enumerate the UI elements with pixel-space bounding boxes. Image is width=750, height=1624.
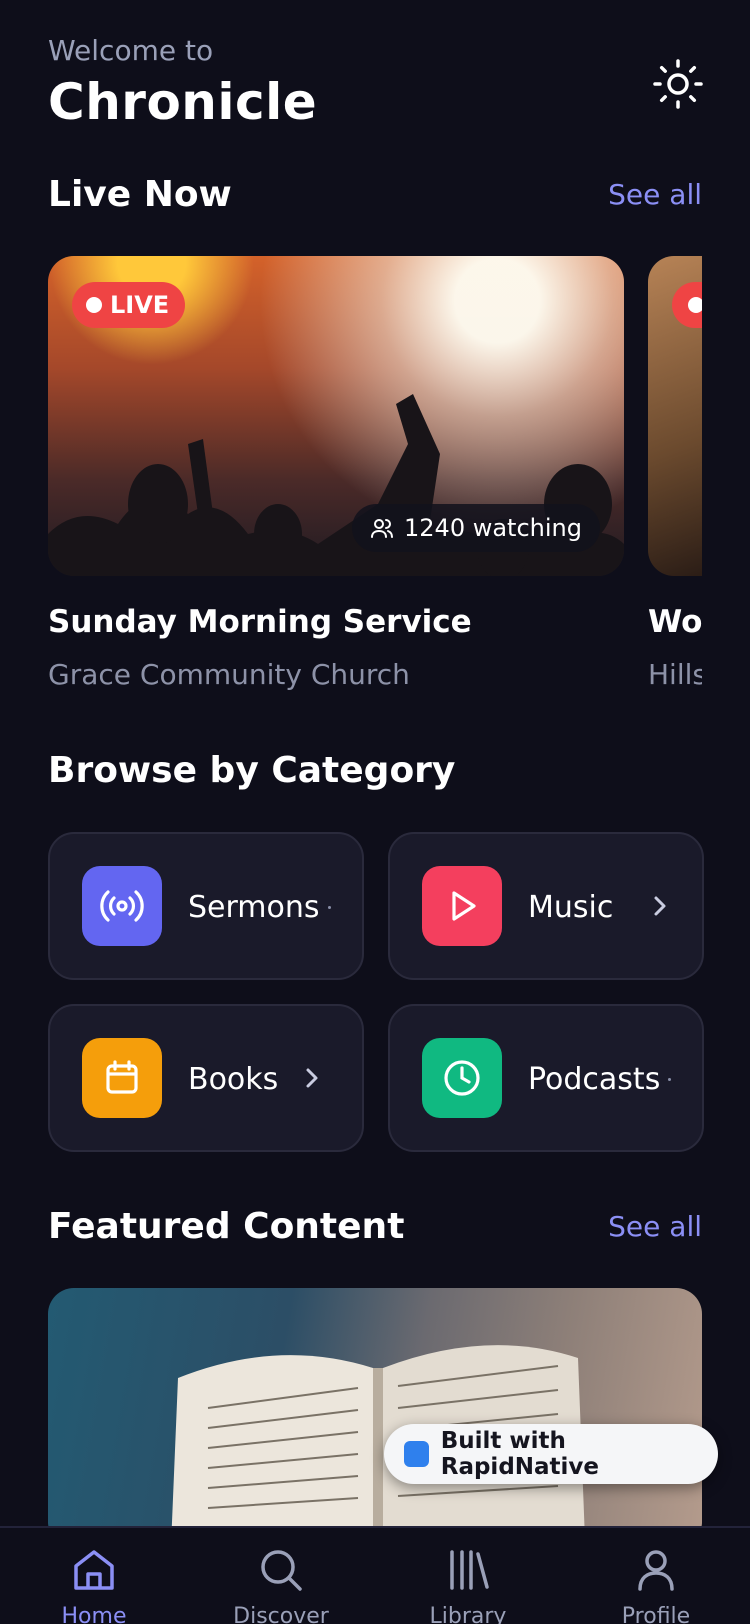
live-card-2[interactable] — [648, 256, 702, 576]
category-label: Books — [188, 1062, 279, 1097]
tab-bar: Home Discover Library Profile — [0, 1526, 750, 1624]
live-badge: LIVE — [72, 282, 186, 328]
category-podcasts[interactable]: Podcasts — [388, 1004, 704, 1152]
live-badge — [672, 282, 702, 328]
live-card-2-title: Wo — [648, 604, 702, 640]
live-card-1[interactable]: LIVE 1240 watching — [48, 256, 624, 576]
featured-see-all-link[interactable]: See all — [608, 1210, 702, 1243]
search-icon — [261, 1550, 302, 1591]
built-with-label: Built with RapidNative — [440, 1428, 600, 1480]
featured-title: Featured Content — [48, 1206, 405, 1247]
tab-library[interactable]: Library — [398, 1546, 538, 1624]
chevron-right-icon — [668, 1078, 671, 1081]
welcome-text: Welcome to — [48, 34, 214, 67]
tab-profile[interactable]: Profile — [586, 1546, 726, 1624]
tab-label: Profile — [621, 1604, 691, 1624]
theme-toggle-button[interactable] — [652, 58, 704, 110]
home-icon — [74, 1550, 114, 1590]
calendar-icon — [82, 1038, 162, 1118]
live-card-subtitle: Grace Community Church — [48, 658, 410, 691]
viewer-count: 1240 watching — [404, 514, 582, 542]
chevron-right-icon — [306, 1068, 318, 1088]
rapidnative-logo-icon — [404, 1441, 429, 1467]
category-label: Podcasts — [528, 1062, 661, 1097]
category-sermons[interactable]: Sermons — [48, 832, 364, 980]
broadcast-icon — [82, 866, 162, 946]
live-card-2-subtitle: Hills — [648, 658, 702, 691]
app-title: Chronicle — [48, 73, 318, 131]
user-icon — [638, 1550, 674, 1591]
live-see-all-link[interactable]: See all — [608, 178, 702, 211]
featured-card[interactable] — [48, 1288, 702, 1548]
live-card-title: Sunday Morning Service — [48, 604, 472, 640]
header: Welcome to Chronicle — [48, 34, 317, 131]
category-label: Sermons — [188, 890, 320, 925]
tab-label: Library — [429, 1604, 507, 1624]
viewer-count-badge: 1240 watching — [352, 504, 600, 552]
live-badge-label: LIVE — [110, 291, 170, 319]
category-music[interactable]: Music — [388, 832, 704, 980]
users-icon — [371, 519, 394, 538]
chevron-right-icon — [328, 906, 331, 909]
tab-home[interactable]: Home — [24, 1546, 164, 1624]
sun-icon — [653, 59, 703, 109]
category-label: Music — [528, 890, 614, 925]
category-section-title: Browse by Category — [48, 750, 456, 791]
live-now-title: Live Now — [48, 174, 232, 215]
tab-discover[interactable]: Discover — [211, 1546, 351, 1624]
chevron-right-icon — [654, 896, 666, 916]
tab-label: Discover — [233, 1604, 329, 1624]
live-dot-icon — [86, 297, 102, 313]
category-books[interactable]: Books — [48, 1004, 364, 1152]
tab-label: Home — [61, 1604, 127, 1624]
library-icon — [450, 1550, 489, 1590]
play-icon — [422, 866, 502, 946]
built-with-badge[interactable]: Built with RapidNative — [384, 1424, 718, 1484]
clock-icon — [422, 1038, 502, 1118]
